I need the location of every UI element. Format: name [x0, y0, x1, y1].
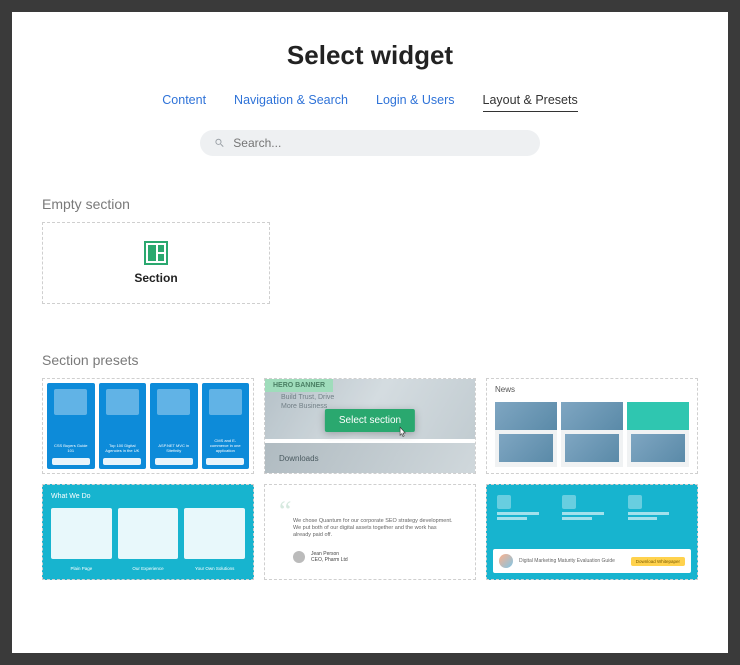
tab-layout-presets[interactable]: Layout & Presets [483, 93, 578, 112]
download-pill: Download Whitepaper [631, 557, 685, 566]
cursor-icon [396, 425, 410, 441]
tab-content[interactable]: Content [162, 93, 206, 112]
hero-badge: HERO BANNER [265, 379, 333, 392]
tab-bar: Content Navigation & Search Login & User… [42, 93, 698, 112]
empty-section-label: Section [134, 271, 177, 285]
search-field[interactable] [200, 130, 540, 156]
preset-quote[interactable]: “ We chose Quantum for our corporate SEO… [264, 484, 476, 580]
hero-downloads: Downloads [265, 443, 475, 473]
section-presets-heading: Section presets [42, 352, 698, 368]
presets-grid: CSS Buyers Guide 101 Top 100 Digital Age… [42, 378, 698, 580]
empty-section-card[interactable]: Section [42, 222, 270, 304]
modal-title: Select widget [42, 40, 698, 71]
logo-icon [499, 554, 513, 568]
preset-what-we-do[interactable]: What We Do Plain Page Our Experience You… [42, 484, 254, 580]
avatar [293, 551, 305, 563]
preset-cta[interactable]: Digital Marketing Maturity Evaluation Gu… [486, 484, 698, 580]
search-input[interactable] [233, 136, 526, 150]
tab-navigation-search[interactable]: Navigation & Search [234, 93, 348, 112]
empty-section-heading: Empty section [42, 196, 698, 212]
preset-hero-banner[interactable]: HERO BANNER Build Trust, Drive More Busi… [264, 378, 476, 474]
preset-cards[interactable]: CSS Buyers Guide 101 Top 100 Digital Age… [42, 378, 254, 474]
tab-login-users[interactable]: Login & Users [376, 93, 455, 112]
section-icon [144, 241, 168, 265]
quote-icon: “ [279, 502, 291, 522]
preset-news[interactable]: News Quantum Press releases Quantum's Ne… [486, 378, 698, 474]
search-icon [214, 137, 225, 149]
select-widget-modal: Select widget Content Navigation & Searc… [12, 12, 728, 653]
